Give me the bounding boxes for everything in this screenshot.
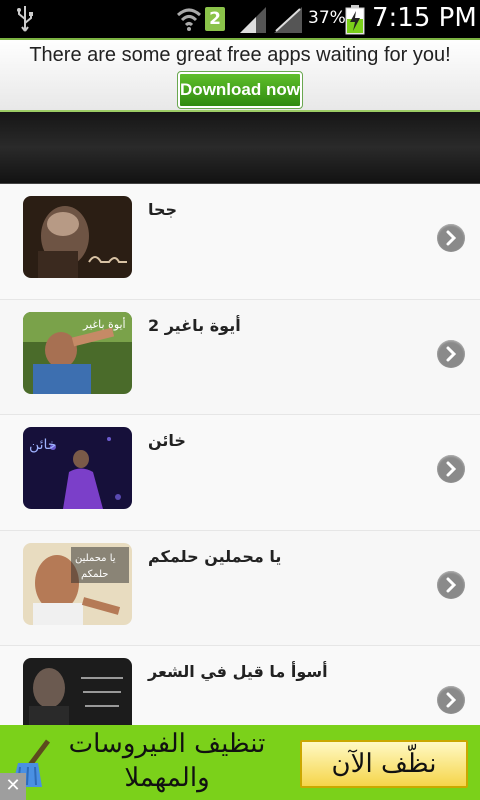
list-item[interactable]: جحا (0, 184, 480, 300)
svg-text:حلمكم: حلمكم (81, 569, 108, 580)
battery-percent: 37% (308, 8, 346, 28)
video-list: جحا أيوة باغير أيوة باغير 2 خائن خائن يا… (0, 184, 480, 725)
clock: 7:15 PM (372, 3, 477, 33)
bottom-ad-text: تنظيف الفيروسات والمهملا (68, 729, 266, 793)
list-item[interactable]: يا محملين حلمكم يا محملين حلمكم (0, 530, 480, 646)
close-icon[interactable]: ✕ (0, 773, 26, 800)
top-ad-banner[interactable]: There are some great free apps waiting f… (0, 38, 480, 112)
item-title: خائن (148, 431, 186, 450)
svg-text:يا محملين: يا محملين (75, 553, 116, 564)
svg-text:خائن: خائن (29, 437, 56, 453)
thumbnail (23, 658, 132, 725)
thumbnail: يا محملين حلمكم (23, 542, 132, 625)
signal-icon (240, 7, 266, 33)
chevron-right-icon[interactable] (437, 455, 465, 483)
list-item[interactable]: أسوأ ما قيل في الشعر (0, 646, 480, 725)
wifi-icon (176, 8, 202, 31)
item-title: جحا (148, 200, 178, 219)
svg-text:أيوة باغير: أيوة باغير (82, 317, 126, 331)
status-bar: 2 37% 7:15 PM (0, 0, 480, 38)
item-title: أيوة باغير 2 (148, 315, 241, 335)
app-header (0, 112, 480, 184)
signal-icon-2 (274, 7, 302, 33)
bottom-ad-banner[interactable]: تنظيف الفيروسات والمهملا نظّف الآن ✕ (0, 725, 480, 800)
chevron-right-icon[interactable] (437, 570, 465, 599)
clean-now-button[interactable]: نظّف الآن (300, 740, 468, 788)
battery-charging-icon (345, 5, 365, 35)
list-item[interactable]: خائن خائن (0, 415, 480, 531)
notification-badge: 2 (205, 7, 225, 31)
ad-divider (0, 38, 480, 40)
download-now-button[interactable]: Download now (177, 71, 303, 109)
item-title: يا محملين حلمكم (148, 546, 282, 566)
chevron-right-icon[interactable] (437, 339, 465, 368)
thumbnail: خائن (23, 427, 132, 509)
chevron-right-icon[interactable] (437, 224, 465, 252)
list-item[interactable]: أيوة باغير أيوة باغير 2 (0, 299, 480, 415)
thumbnail: أيوة باغير (23, 311, 132, 394)
chevron-right-icon[interactable] (437, 686, 465, 714)
thumbnail (23, 196, 132, 278)
item-title: أسوأ ما قيل في الشعر (148, 662, 328, 681)
usb-icon (17, 6, 33, 32)
top-ad-text: There are some great free apps waiting f… (29, 44, 451, 66)
